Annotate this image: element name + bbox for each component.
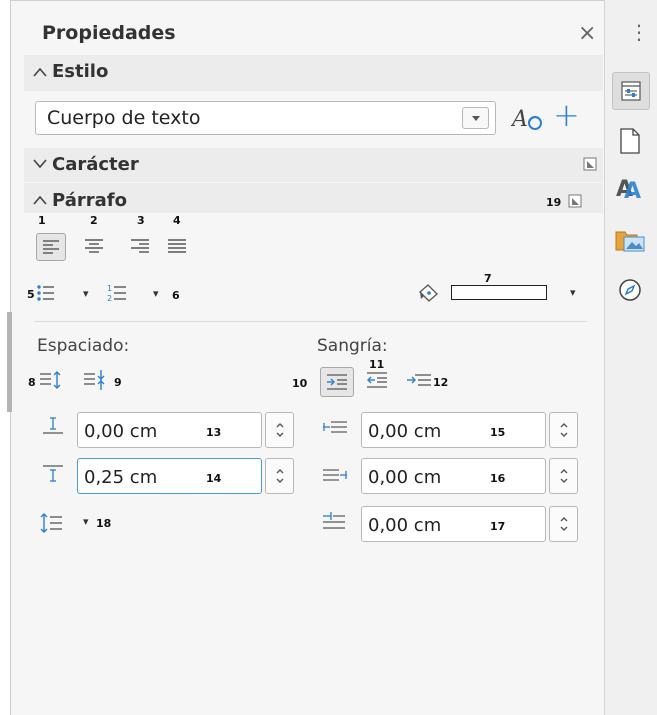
navigator-icon[interactable] [618,278,642,302]
label-19: 19 [546,196,562,209]
svg-text:1: 1 [107,284,112,293]
chevron-down-icon [33,159,47,169]
label-18: 18 [96,517,112,530]
below-spacing-value: 0,25 cm [84,467,158,488]
above-spacing-value: 0,00 cm [84,421,158,442]
align-right-icon[interactable] [131,238,149,254]
before-indent-stepper[interactable] [549,412,578,448]
estilo-header-label: Estilo [52,61,109,82]
label-17: 17 [490,520,506,533]
first-line-indent-icon [323,512,345,529]
label-10: 10 [292,377,308,390]
svg-text:A: A [511,107,528,132]
svg-text:A: A [624,179,641,202]
decrease-indent-icon[interactable] [367,372,387,388]
align-left-icon [43,240,59,254]
sidebar-menu-icon[interactable]: ⋮ [629,20,649,44]
sangria-label: Sangría: [317,336,388,356]
bullet-list-dropdown[interactable]: ▾ [83,287,89,300]
first-line-indent-value: 0,00 cm [368,515,442,536]
below-spacing-field[interactable]: 0,25 cm 14 [77,458,262,494]
sidebar-splitter-handle[interactable] [7,312,12,412]
chevron-down-icon [472,116,480,121]
properties-icon [621,81,641,101]
espaciado-label: Espaciado: [37,336,130,356]
svg-text:2: 2 [107,294,112,303]
after-indent-field[interactable]: 0,00 cm 16 [361,458,546,494]
numbered-list-icon[interactable]: 1 2 [107,283,127,303]
increase-indent-button[interactable] [320,367,354,397]
paragraph-style-combobox[interactable]: Cuerpo de texto [35,101,496,135]
increase-indent-icon [327,374,347,390]
paragraph-style-value: Cuerpo de texto [47,107,201,129]
spin-updown-icon [560,469,568,483]
background-color-swatch[interactable] [451,285,547,300]
label-13: 13 [206,426,222,439]
line-spacing-dropdown[interactable]: ▾ [83,515,89,528]
label-4: 4 [173,214,181,227]
align-left-button[interactable] [36,233,66,261]
before-indent-value: 0,00 cm [368,421,442,442]
below-paragraph-spacing-icon [43,465,63,482]
properties-tab[interactable] [612,72,650,110]
label-15: 15 [490,426,506,439]
label-2: 2 [90,214,98,227]
top-border [0,0,657,1]
increase-spacing-icon[interactable] [40,370,62,390]
before-indent-field[interactable]: 0,00 cm 15 [361,412,546,448]
panel-title: Propiedades [42,22,176,44]
page-icon[interactable] [620,128,640,154]
above-spacing-field[interactable]: 0,00 cm 13 [77,412,262,448]
gallery-icon[interactable] [615,228,645,252]
label-11: 11 [369,358,385,371]
before-text-indent-icon [323,421,347,433]
spin-updown-icon [560,517,568,531]
bullet-list-icon[interactable] [36,284,54,302]
background-color-dropdown[interactable]: ▾ [570,286,576,299]
spin-updown-icon [560,423,568,437]
chevron-up-icon [33,195,47,205]
update-style-icon[interactable]: A [511,104,545,132]
label-12: 12 [433,376,449,389]
align-justify-icon[interactable] [168,238,186,254]
section-divider [34,321,587,322]
below-spacing-stepper[interactable] [265,458,294,494]
label-1: 1 [38,214,46,227]
close-icon[interactable]: × [578,21,596,46]
new-style-plus-icon[interactable]: + [553,96,580,134]
style-dropdown-button[interactable] [462,107,489,129]
more-options-icon[interactable] [568,194,582,208]
after-indent-stepper[interactable] [549,458,578,494]
above-paragraph-spacing-icon [43,417,63,434]
label-6: 6 [172,289,180,302]
paint-bucket-icon[interactable] [418,283,440,303]
label-16: 16 [490,472,506,485]
after-indent-value: 0,00 cm [368,467,442,488]
label-7: 7 [484,272,492,285]
first-line-indent-stepper[interactable] [549,506,578,542]
spin-updown-icon [276,423,284,437]
estilo-section-header[interactable] [24,55,603,91]
line-spacing-icon[interactable] [40,512,62,534]
chevron-up-icon [33,67,47,77]
label-8: 8 [28,376,36,389]
parrafo-header-label: Párrafo [52,190,127,211]
first-line-indent-field[interactable]: 0,00 cm 17 [361,506,546,542]
caracter-header-label: Carácter [52,154,139,175]
after-text-indent-icon [323,469,347,481]
label-5: 5 [27,288,35,301]
numbered-list-dropdown[interactable]: ▾ [153,287,159,300]
hanging-indent-icon[interactable] [407,374,431,388]
decrease-spacing-icon[interactable] [84,370,106,390]
above-spacing-stepper[interactable] [265,412,294,448]
label-14: 14 [206,472,222,485]
label-3: 3 [137,214,145,227]
label-9: 9 [114,376,122,389]
align-center-icon[interactable] [85,238,103,254]
more-options-icon[interactable] [583,157,597,171]
styles-icon[interactable]: A A [616,176,644,202]
spin-updown-icon [276,469,284,483]
